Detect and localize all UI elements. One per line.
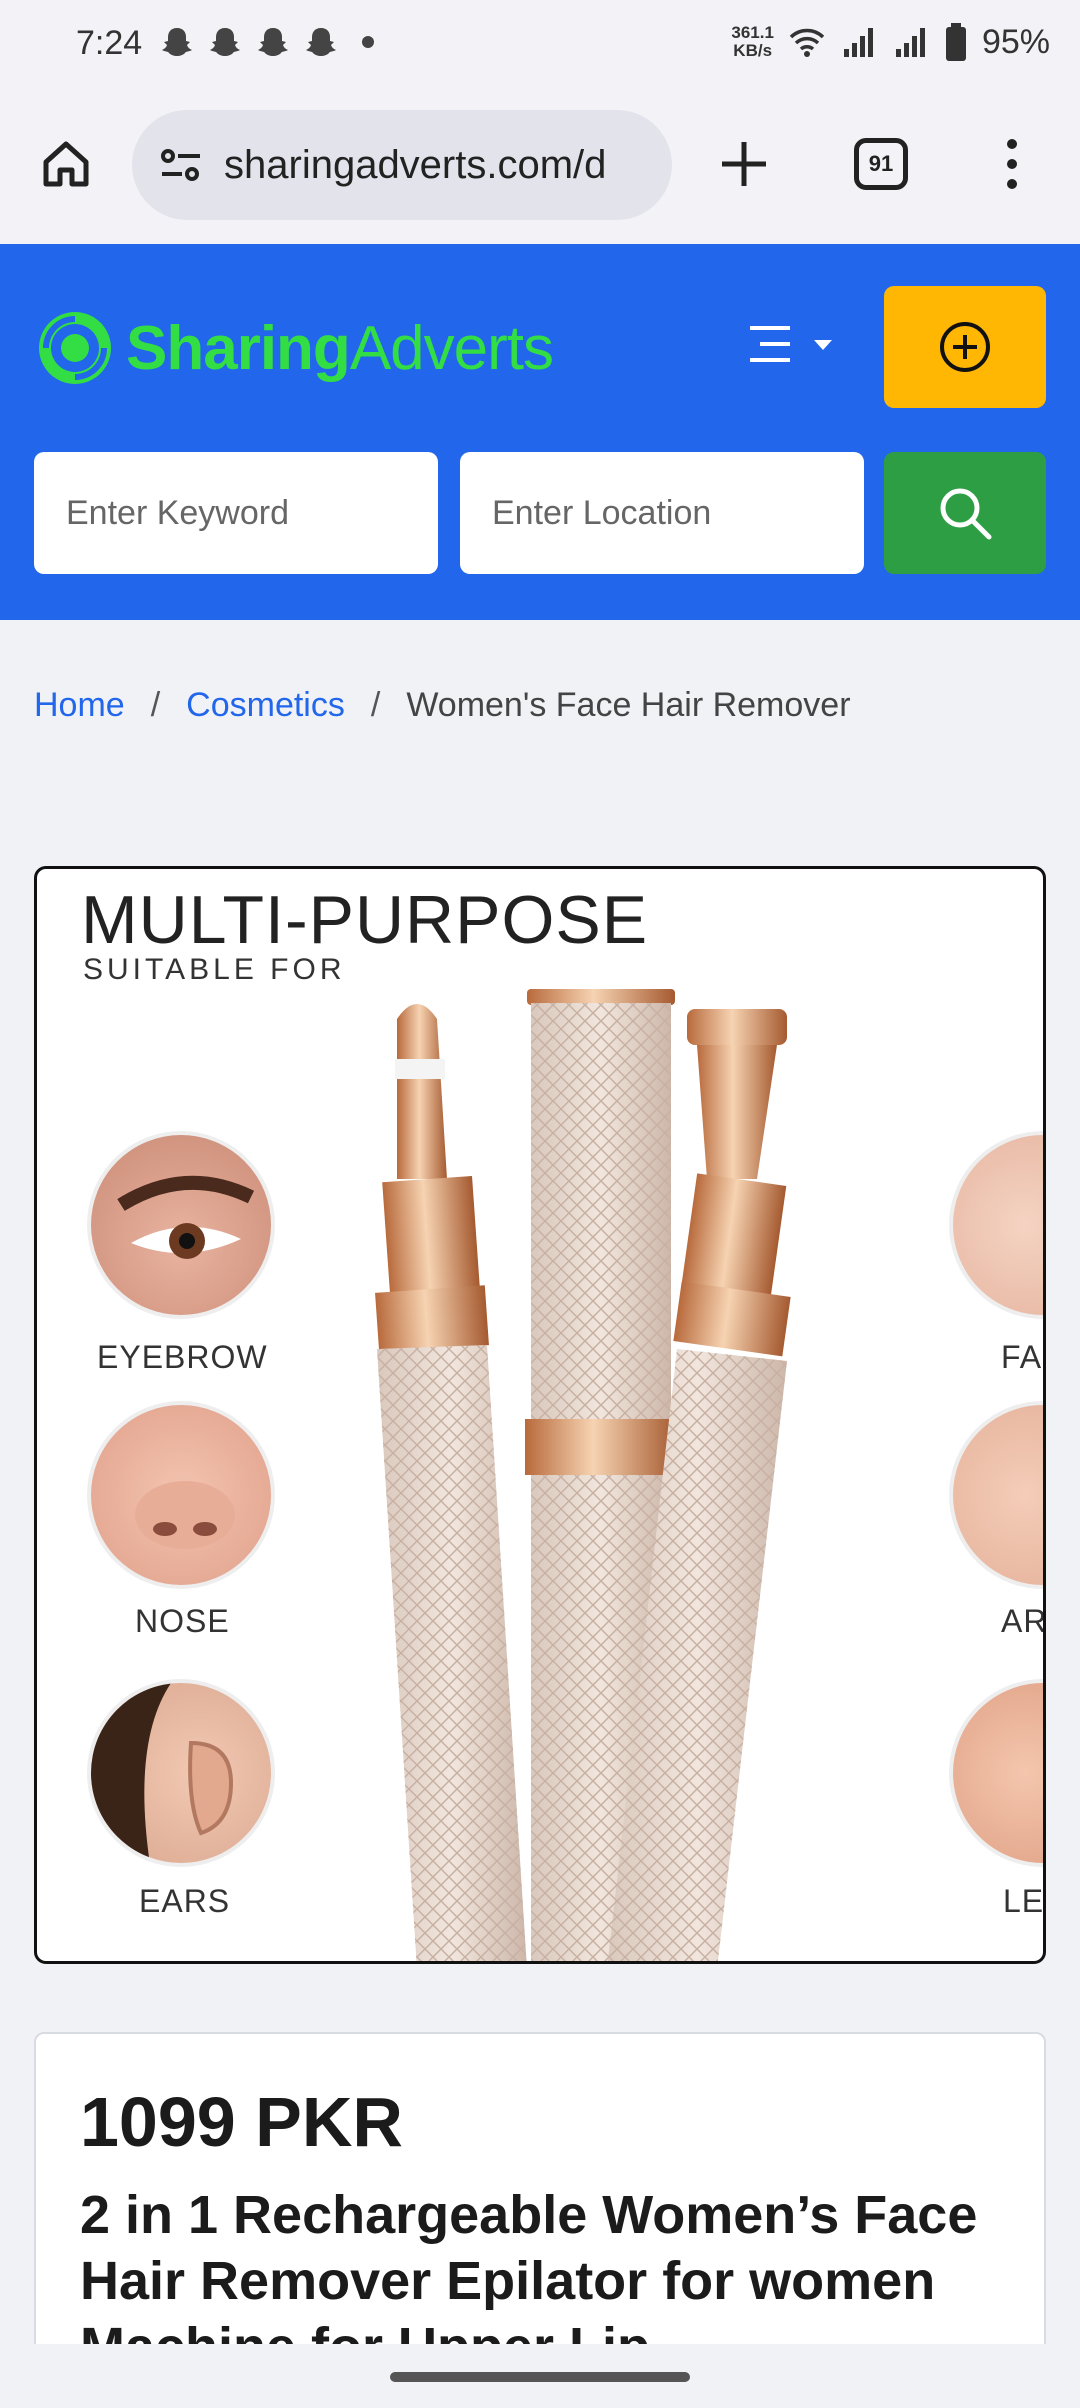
image-heading: MULTI-PURPOSE — [81, 882, 649, 958]
product-image[interactable]: MULTI-PURPOSE SUITABLE FOR EYEBROW NOSE … — [34, 866, 1046, 1964]
legs-photo — [949, 1679, 1043, 1867]
epilator-devices-illustration — [375, 989, 791, 1961]
face-photo — [949, 1131, 1043, 1319]
post-ad-button[interactable] — [884, 286, 1046, 408]
snapchat-icon — [162, 28, 192, 56]
listing-price: 1099 PKR — [80, 2083, 403, 2161]
plus-circle-icon — [940, 322, 990, 372]
search-button[interactable] — [884, 452, 1046, 574]
breadcrumb: Home / Cosmetics / Women's Face Hair Rem… — [34, 686, 851, 725]
address-bar[interactable]: sharingadverts.com/d — [132, 110, 672, 220]
snapchat-icon — [258, 28, 288, 56]
home-button[interactable] — [34, 132, 98, 196]
label-nose: NOSE — [135, 1603, 230, 1639]
breadcrumb-separator: / — [150, 686, 161, 724]
battery-icon — [945, 23, 966, 61]
browser-toolbar: sharingadverts.com/d 91 — [0, 92, 1080, 244]
signal-icon — [895, 28, 925, 57]
eyebrow-photo — [87, 1131, 275, 1319]
logo-text-bold: Sharing — [126, 313, 351, 383]
logo-text: SharingAdverts — [126, 313, 554, 384]
tab-count: 91 — [868, 151, 894, 176]
network-speed-unit: KB/s — [733, 41, 773, 60]
search-icon — [940, 488, 992, 540]
label-eyebrow: EYEBROW — [97, 1339, 268, 1375]
location-input[interactable] — [460, 452, 864, 574]
url-text[interactable]: sharingadverts.com/d — [224, 143, 606, 188]
ears-photo — [87, 1679, 275, 1867]
network-speed: 361.1 KB/s — [731, 24, 774, 60]
new-tab-button[interactable] — [712, 132, 776, 196]
label-face: FAC — [1001, 1339, 1043, 1375]
notification-icons — [162, 26, 374, 58]
nose-illustration — [135, 1481, 235, 1549]
image-subheading: SUITABLE FOR — [83, 953, 346, 986]
ear-illustration — [91, 1683, 234, 1863]
status-time: 7:24 — [76, 24, 143, 62]
breadcrumb-home-link[interactable]: Home — [34, 686, 125, 725]
label-armpit: ARI — [1001, 1603, 1046, 1639]
logo-mark-icon — [39, 312, 111, 384]
signal-icon — [843, 28, 873, 57]
tab-switcher-button[interactable]: 91 — [854, 138, 908, 190]
gesture-navigation-bar — [0, 2344, 1080, 2408]
label-ears: EARS — [139, 1883, 231, 1919]
snapchat-icon — [306, 28, 336, 56]
breadcrumb-current: Women's Face Hair Remover — [406, 686, 851, 724]
more-menu-icon[interactable] — [990, 132, 1034, 196]
keyword-input[interactable] — [34, 452, 438, 574]
site-logo[interactable]: SharingAdverts — [36, 294, 554, 402]
armpit-photo — [949, 1401, 1043, 1589]
logo-text-light: Adverts — [349, 313, 554, 383]
breadcrumb-category-link[interactable]: Cosmetics — [186, 686, 345, 725]
breadcrumb-separator: / — [370, 686, 381, 724]
snapchat-icon — [210, 28, 240, 56]
more-notifications-dot — [362, 36, 374, 48]
site-header: SharingAdverts — [0, 244, 1080, 620]
battery-percentage: 95% — [981, 22, 1050, 61]
menu-dropdown-icon[interactable] — [744, 320, 840, 370]
network-speed-value: 361.1 — [731, 23, 774, 42]
label-legs: LEC — [1003, 1883, 1045, 1919]
status-bar: 7:24 361.1 KB/s 95% — [0, 0, 1080, 92]
eye-illustration — [117, 1175, 255, 1259]
nose-photo — [87, 1401, 275, 1589]
home-gesture-handle[interactable] — [390, 2372, 690, 2382]
status-indicators: 361.1 KB/s 95% — [731, 22, 1050, 62]
site-settings-icon[interactable] — [154, 138, 208, 192]
wifi-icon — [789, 28, 825, 57]
home-icon — [43, 141, 89, 187]
